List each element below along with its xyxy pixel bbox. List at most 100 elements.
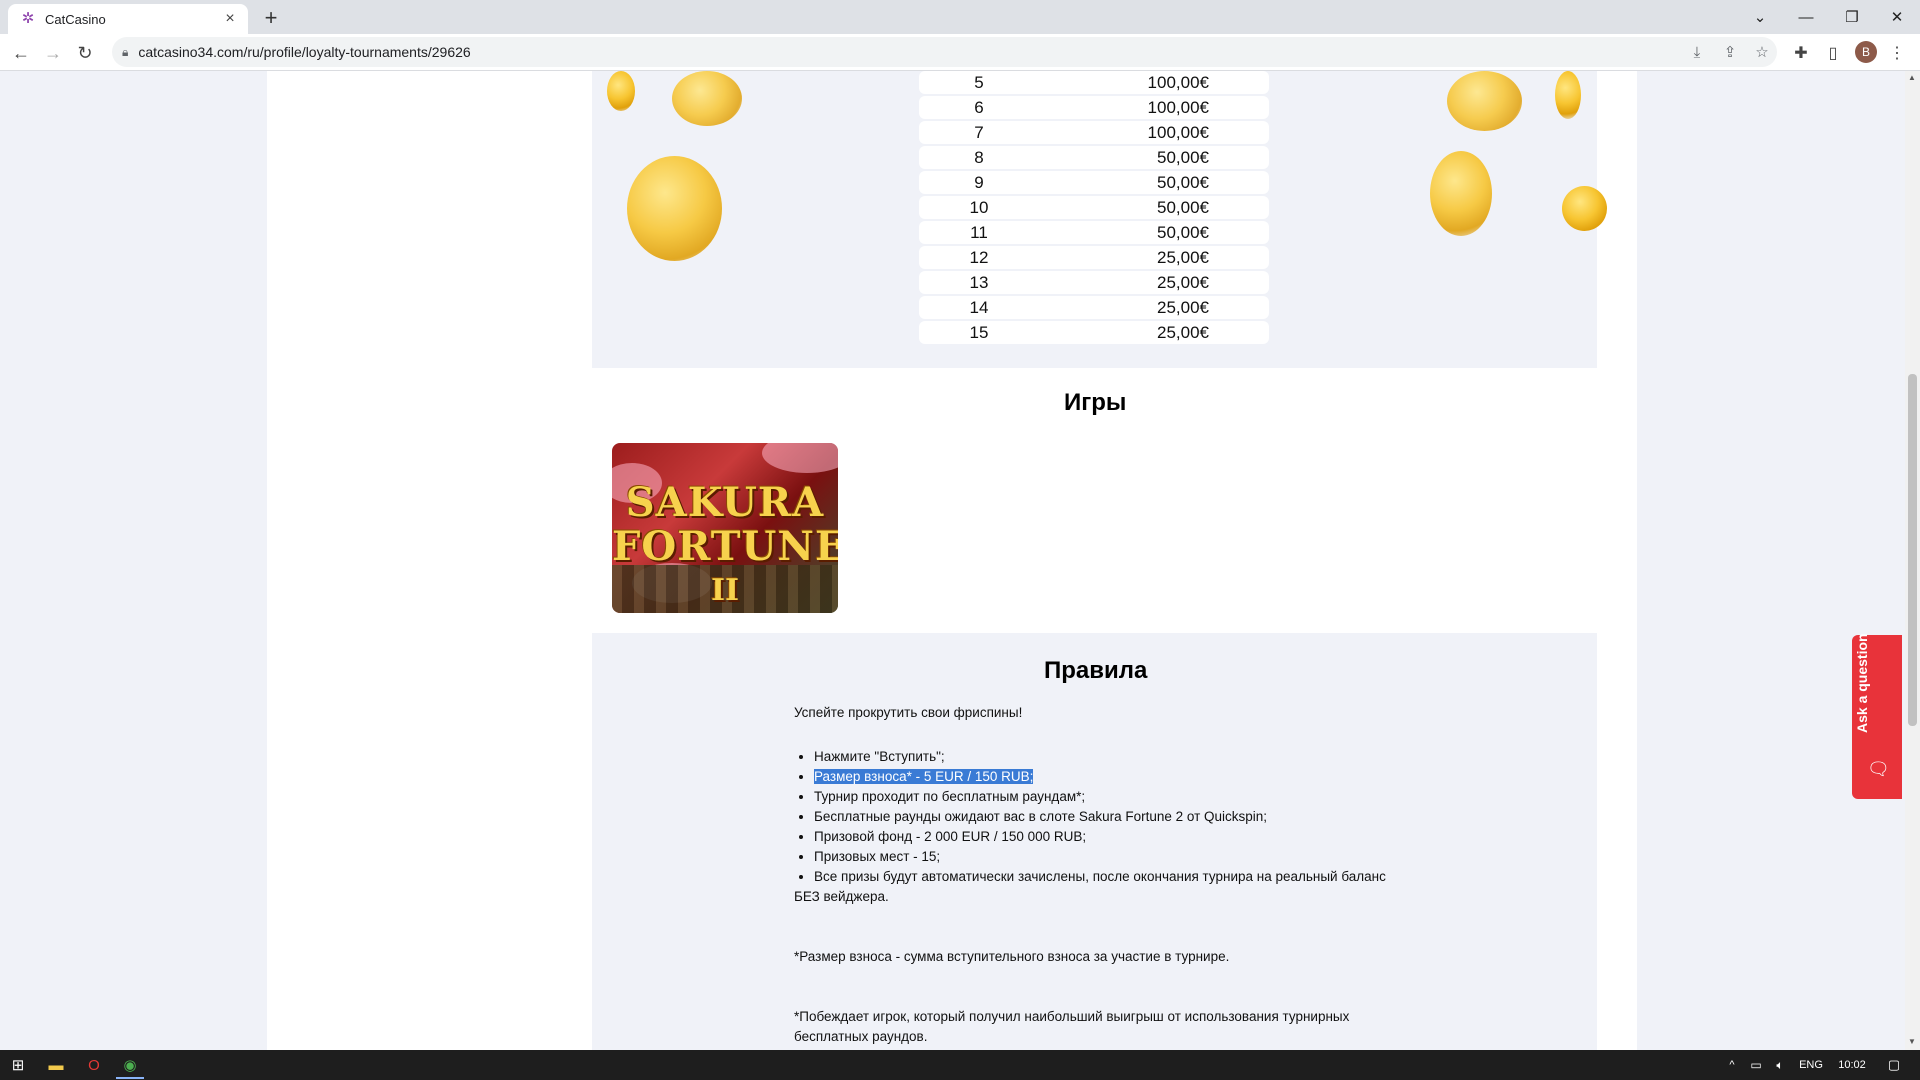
- prize-row: 9 50,00€: [919, 171, 1269, 194]
- prize-row: 7 100,00€: [919, 121, 1269, 144]
- page-content: 5 100,00€ 6 100,00€ 7 100,00€ 8 50,00€ 9 50,00€ 10…: [267, 71, 1637, 1050]
- menu-icon[interactable]: ⋮: [1883, 39, 1911, 67]
- tab-search-icon[interactable]: ⌄: [1737, 0, 1783, 34]
- taskbar: ⊞ ▬ O ◉ ^ ▭ 🔈︎ ENG 10:02 ▢: [0, 1050, 1920, 1080]
- game-logo: SAKURA FORTUNE II: [612, 479, 838, 609]
- opera-icon[interactable]: O: [80, 1053, 108, 1077]
- prize-place: 7: [974, 122, 984, 142]
- prize-place: 5: [974, 72, 984, 92]
- prize-row: 5 100,00€: [919, 71, 1269, 94]
- prize-row: 8 50,00€: [919, 146, 1269, 169]
- chrome-icon[interactable]: ◉: [116, 1053, 144, 1079]
- prize-amount: 25,00€: [1157, 272, 1209, 292]
- prize-row: 11 50,00€: [919, 221, 1269, 244]
- prize-amount: 25,00€: [1157, 297, 1209, 317]
- lock-icon: 🔒︎: [122, 44, 129, 59]
- page-viewport: 5 100,00€ 6 100,00€ 7 100,00€ 8 50,00€ 9 50,00€ 10…: [0, 71, 1905, 1050]
- page-scrollbar[interactable]: ▲ ▼: [1905, 71, 1920, 1050]
- prize-amount: 100,00€: [1147, 72, 1209, 92]
- rule-item: Размер взноса* - 5 EUR / 150 RUB;: [814, 767, 1424, 787]
- prize-row: 15 25,00€: [919, 321, 1269, 344]
- minimize-icon[interactable]: —: [1783, 0, 1829, 34]
- prize-amount: 25,00€: [1157, 247, 1209, 267]
- browser-toolbar: ← → ↻ 🔒︎ catcasino34.com/ru/profile/loya…: [0, 34, 1920, 71]
- games-title: Игры: [1064, 389, 1127, 416]
- scroll-down-icon[interactable]: ▼: [1908, 1037, 1916, 1046]
- rules-continuation: БЕЗ вейджера.: [794, 889, 889, 904]
- rule-item: Бесплатные раунды ожидают вас в слоте Sa…: [814, 807, 1424, 827]
- install-icon[interactable]: ⤓: [1683, 37, 1711, 67]
- rule-item: Турнир проходит по бесплатным раундам*;: [814, 787, 1424, 807]
- coin-decoration: [672, 71, 742, 126]
- prize-place: 9: [974, 172, 984, 192]
- rule-item: Призовых мест - 15;: [814, 847, 1424, 867]
- volume-icon[interactable]: 🔈︎: [1766, 1053, 1794, 1077]
- close-window-icon[interactable]: ✕: [1874, 0, 1920, 34]
- browser-tab[interactable]: ✲ CatCasino ×: [8, 4, 248, 34]
- blossom-decoration: [762, 443, 838, 473]
- reload-icon[interactable]: ↻: [72, 40, 98, 66]
- rules-body: Успейте прокрутить свои фриспины! Нажмит…: [794, 703, 1424, 1047]
- rules-title: Правила: [1044, 657, 1148, 684]
- bookmark-star-icon[interactable]: ☆: [1748, 37, 1776, 67]
- coin-decoration: [627, 156, 722, 261]
- forward-icon[interactable]: →: [40, 40, 66, 66]
- url-text: catcasino34.com/ru/profile/loyalty-tourn…: [138, 44, 471, 60]
- prize-place: 11: [970, 222, 988, 242]
- extensions-icon[interactable]: ✚: [1787, 39, 1815, 67]
- prize-row: 14 25,00€: [919, 296, 1269, 319]
- close-tab-icon[interactable]: ×: [220, 10, 240, 28]
- prize-amount: 25,00€: [1157, 322, 1209, 342]
- coin-decoration: [1562, 186, 1607, 231]
- prize-amount: 50,00€: [1157, 222, 1209, 242]
- side-panel-icon[interactable]: ▯: [1819, 39, 1847, 67]
- share-icon[interactable]: ⇪: [1716, 37, 1744, 67]
- game-card-sakura-fortune-2[interactable]: SAKURA FORTUNE II: [612, 443, 838, 613]
- tab-strip: ✲ CatCasino × + ⌄ — ❐ ✕: [0, 0, 1920, 34]
- scrollbar-thumb[interactable]: [1908, 374, 1917, 726]
- file-explorer-icon[interactable]: ▬: [42, 1053, 70, 1077]
- restore-icon[interactable]: ❐: [1829, 0, 1875, 34]
- prize-place: 13: [969, 272, 989, 292]
- prize-place: 15: [969, 322, 989, 342]
- prize-amount: 100,00€: [1147, 97, 1209, 117]
- scroll-up-icon[interactable]: ▲: [1908, 73, 1916, 82]
- prize-amount: 50,00€: [1157, 197, 1209, 217]
- rules-note-winner: *Побеждает игрок, который получил наибол…: [794, 1009, 1350, 1044]
- ask-question-button[interactable]: Ask a question 🗨︎: [1852, 633, 1902, 799]
- prize-place: 12: [969, 247, 989, 267]
- prize-place: 10: [969, 197, 989, 217]
- language-indicator[interactable]: ENG: [1795, 1053, 1827, 1077]
- ask-question-label: Ask a question: [1854, 633, 1870, 733]
- coin-decoration: [1555, 71, 1581, 119]
- rule-item: Все призы будут автоматически зачислены,…: [814, 867, 1424, 887]
- back-icon[interactable]: ←: [8, 40, 34, 66]
- prize-amount: 50,00€: [1157, 172, 1209, 192]
- prize-place: 8: [974, 147, 984, 167]
- profile-avatar[interactable]: B: [1855, 41, 1877, 63]
- address-bar[interactable]: 🔒︎ catcasino34.com/ru/profile/loyalty-to…: [112, 37, 1777, 67]
- tab-title: CatCasino: [45, 11, 106, 27]
- prize-row: 6 100,00€: [919, 96, 1269, 119]
- rule-item: Нажмите "Вступить";: [814, 747, 1424, 767]
- prize-amount: 50,00€: [1157, 147, 1209, 167]
- prize-amount: 100,00€: [1147, 122, 1209, 142]
- rules-note-entry-fee: *Размер взноса - сумма вступительного вз…: [794, 949, 1230, 964]
- notifications-icon[interactable]: ▢: [1880, 1053, 1908, 1077]
- prize-row: 13 25,00€: [919, 271, 1269, 294]
- prize-row: 12 25,00€: [919, 246, 1269, 269]
- prize-row: 10 50,00€: [919, 196, 1269, 219]
- chat-bubble-icon: 🗨︎: [1867, 759, 1890, 779]
- clock[interactable]: 10:02: [1832, 1053, 1872, 1077]
- selected-text: Размер взноса* - 5 EUR / 150 RUB;: [814, 769, 1034, 784]
- windows-start-icon[interactable]: ⊞: [4, 1053, 32, 1077]
- prize-table: 5 100,00€ 6 100,00€ 7 100,00€ 8 50,00€ 9 50,00€ 10…: [919, 71, 1269, 346]
- coin-decoration: [607, 71, 635, 111]
- rules-list: Нажмите "Вступить"; Размер взноса* - 5 E…: [794, 747, 1424, 887]
- prize-place: 6: [974, 97, 984, 117]
- new-tab-icon[interactable]: +: [258, 6, 284, 32]
- rule-item: Призовой фонд - 2 000 EUR / 150 000 RUB;: [814, 827, 1424, 847]
- prize-place: 14: [969, 297, 989, 317]
- coin-decoration: [1430, 151, 1492, 236]
- rules-intro: Успейте прокрутить свои фриспины!: [794, 705, 1023, 720]
